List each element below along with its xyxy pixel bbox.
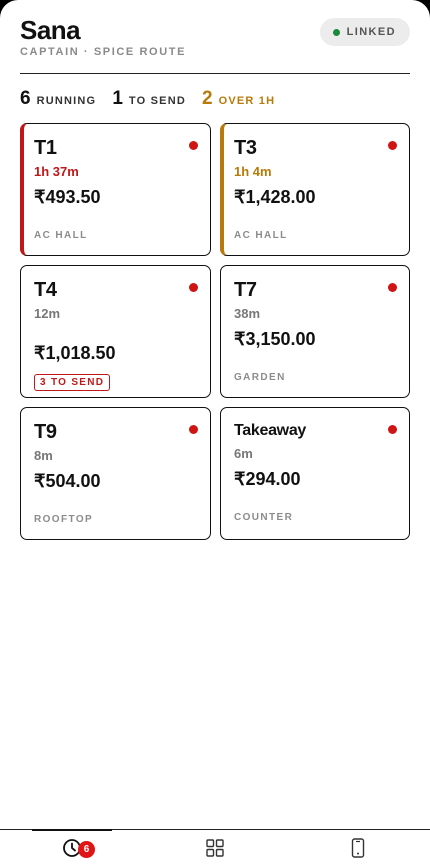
table-elapsed: 1h 4m [234, 164, 272, 179]
stat-running-label: RUNNING [36, 95, 97, 107]
phone-icon [352, 837, 365, 858]
table-amount: ₹504.00 [34, 471, 101, 491]
table-amount: ₹3,150.00 [234, 329, 316, 349]
table-elapsed: 6m [234, 446, 253, 461]
table-elapsed: 8m [34, 448, 53, 463]
stat-running-value: 6 [20, 88, 31, 109]
table-grid: T1 1h 37m ₹493.50 AC HALL T3 1h 4m ₹1,42… [20, 123, 410, 540]
header: Sana CAPTAIN · SPICE ROUTE LINKED [20, 14, 410, 58]
stat-to-send-label: TO SEND [128, 95, 186, 107]
table-name: T9 [34, 421, 57, 443]
alert-dot-icon [388, 425, 397, 434]
alert-dot-icon [388, 283, 397, 292]
table-amount: ₹493.50 [34, 187, 101, 207]
to-send-badge: 3 TO SEND [34, 374, 111, 391]
alert-dot-icon [388, 141, 397, 150]
nav-device[interactable] [287, 830, 430, 864]
alert-dot-icon [189, 141, 198, 150]
table-name: T3 [234, 137, 257, 159]
table-elapsed: 1h 37m [34, 164, 79, 179]
captain-subtitle: CAPTAIN · SPICE ROUTE [20, 46, 187, 58]
stat-over-1h-value: 2 [202, 88, 213, 109]
table-elapsed: 38m [234, 306, 261, 321]
table-amount: ₹1,018.50 [34, 343, 116, 363]
stat-over-1h-label: OVER 1H [218, 95, 276, 107]
table-location: GARDEN [234, 372, 286, 383]
linked-label: LINKED [346, 26, 396, 38]
grid-icon [206, 838, 224, 857]
table-name: T4 [34, 279, 57, 301]
table-card-t3[interactable]: T3 1h 4m ₹1,428.00 AC HALL [220, 123, 410, 256]
table-amount: ₹1,428.00 [234, 187, 316, 207]
stat-over-1h: 2 OVER 1H [202, 88, 275, 110]
table-card-t7[interactable]: T7 38m ₹3,150.00 GARDEN [220, 265, 410, 398]
bottom-nav: 6 [0, 829, 430, 864]
stat-to-send-value: 1 [112, 88, 123, 109]
table-location: AC HALL [234, 230, 288, 241]
stat-running: 6 RUNNING [20, 88, 96, 110]
table-name: T7 [234, 279, 257, 301]
table-name: T1 [34, 137, 57, 159]
header-divider [20, 73, 410, 74]
orders-count-badge: 6 [78, 841, 95, 858]
captain-screen: Sana CAPTAIN · SPICE ROUTE LINKED 6 RUNN… [0, 0, 430, 864]
table-location: AC HALL [34, 230, 88, 241]
table-card-takeaway[interactable]: Takeaway 6m ₹294.00 COUNTER [220, 407, 410, 540]
stats-bar: 6 RUNNING 1 TO SEND 2 OVER 1H [20, 88, 275, 110]
linked-status-pill[interactable]: LINKED [319, 18, 410, 46]
table-name: Takeaway [234, 422, 307, 439]
table-amount: ₹294.00 [234, 469, 301, 489]
table-card-t9[interactable]: T9 8m ₹504.00 ROOFTOP [20, 407, 211, 540]
nav-orders[interactable]: 6 [0, 829, 143, 864]
table-location: ROOFTOP [34, 514, 94, 525]
table-location: COUNTER [234, 512, 294, 523]
table-card-t4[interactable]: T4 12m ₹1,018.50 3 TO SEND [20, 265, 211, 398]
table-card-t1[interactable]: T1 1h 37m ₹493.50 AC HALL [20, 123, 211, 256]
alert-dot-icon [189, 425, 198, 434]
alert-dot-icon [189, 283, 198, 292]
linked-dot-icon [332, 28, 340, 36]
table-elapsed: 12m [34, 306, 61, 321]
nav-tables[interactable] [143, 830, 286, 864]
stat-to-send: 1 TO SEND [112, 88, 186, 110]
